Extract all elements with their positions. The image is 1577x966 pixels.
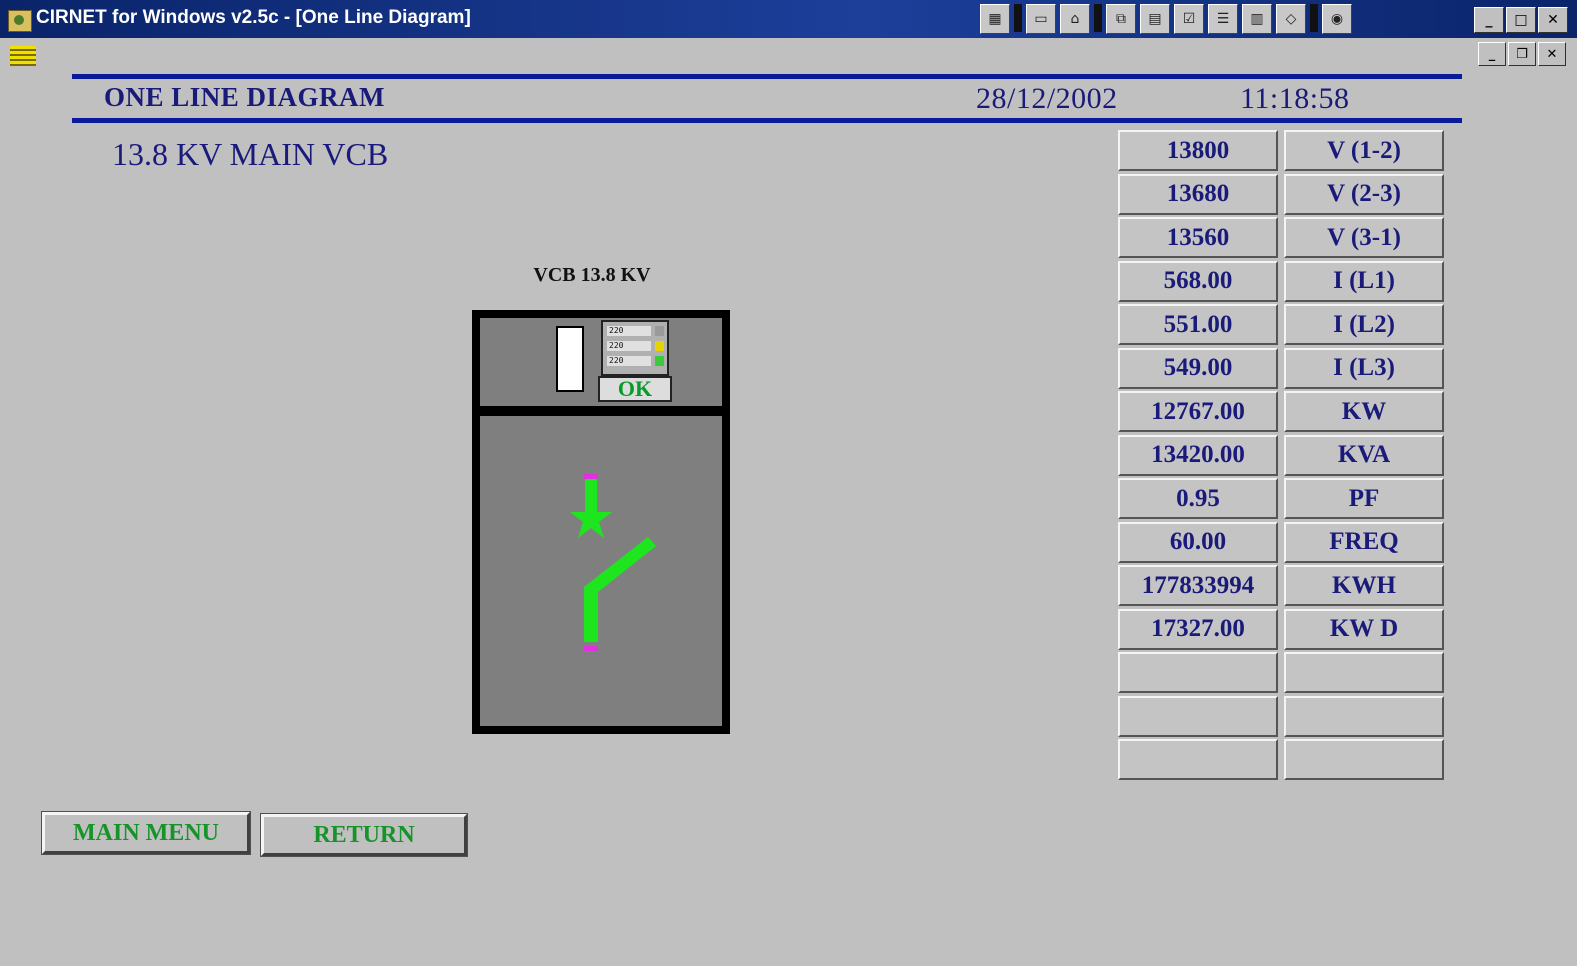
terminal-bottom (584, 646, 598, 651)
window-controls: _ □ ✕ (1474, 7, 1568, 33)
table-row: 549.00 I (L3) (1118, 347, 1448, 392)
reading-label: V (2-3) (1284, 173, 1444, 215)
maximize-button[interactable]: □ (1506, 7, 1536, 33)
reading-label: KWH (1284, 565, 1444, 606)
relay-reading: 220 (607, 326, 651, 336)
reading-value: 17327.00 (1118, 608, 1278, 650)
reading-value: 12767.00 (1118, 391, 1278, 432)
checklist-icon[interactable]: ☑ (1174, 4, 1204, 34)
reading-label: V (3-1) (1284, 217, 1444, 258)
relay-led (655, 341, 664, 351)
reading-label: I (L2) (1284, 304, 1444, 345)
minimize-button[interactable]: _ (1474, 7, 1504, 33)
table-row: 12767.00 KW (1118, 391, 1448, 435)
table-row: 0.95 PF (1118, 478, 1448, 522)
child-restore-button[interactable]: ❐ (1508, 42, 1536, 66)
table-row: 13800 V (1-2) (1118, 130, 1448, 174)
table-row: 13560 V (3-1) (1118, 217, 1448, 261)
date-display: 28/12/2002 (976, 82, 1118, 115)
relay-reading: 220 (607, 341, 651, 351)
reading-value: 60.00 (1118, 521, 1278, 563)
table-row: 60.00 FREQ (1118, 521, 1448, 566)
reading-value (1118, 652, 1278, 693)
document-menu-icon[interactable] (10, 46, 36, 66)
door-window (556, 326, 584, 392)
reading-value: 13680 (1118, 173, 1278, 215)
title-bar[interactable]: CIRNET for Windows v2.5c - [One Line Dia… (0, 0, 1577, 38)
relay-led (655, 326, 664, 336)
table-row: 13420.00 KVA (1118, 434, 1448, 479)
reading-value: 13420.00 (1118, 434, 1278, 476)
reading-value: 551.00 (1118, 304, 1278, 345)
grid-icon[interactable]: ▦ (980, 4, 1010, 34)
close-button[interactable]: ✕ (1538, 7, 1568, 33)
help-icon[interactable]: ◉ (1322, 4, 1352, 34)
reading-value: 13800 (1118, 130, 1278, 171)
reading-value: 549.00 (1118, 347, 1278, 389)
toolbar: ▦ ▭ ⌂ ⧉ ▤ ☑ ☰ ▥ ◇ ◉ (980, 4, 1352, 36)
table-row: 13680 V (2-3) (1118, 173, 1448, 218)
reading-label: PF (1284, 478, 1444, 519)
relay-reading: 220 (607, 356, 651, 366)
table-row: 177833994 KWH (1118, 565, 1448, 609)
breaker-label: VCB 13.8 KV (533, 264, 651, 286)
table-row (1118, 739, 1448, 783)
relay-led (655, 356, 664, 366)
breaker-symbol[interactable] (540, 466, 670, 666)
return-button[interactable]: RETURN (260, 813, 468, 857)
header-rule-bottom (72, 118, 1462, 123)
child-close-button[interactable]: ✕ (1538, 42, 1566, 66)
main-menu-button[interactable]: MAIN MENU (41, 811, 251, 855)
terminal-top (584, 474, 598, 479)
toolbar-separator (1094, 4, 1102, 32)
reading-value: 177833994 (1118, 565, 1278, 606)
copy-icon[interactable]: ⧉ (1106, 4, 1136, 34)
switch-blade (584, 537, 656, 642)
page-title: ONE LINE DIAGRAM (104, 82, 386, 112)
table-row (1118, 652, 1448, 696)
protection-relay[interactable]: 220 220 220 (601, 320, 669, 376)
reading-label: I (L3) (1284, 347, 1444, 389)
window-title: CIRNET for Windows v2.5c - [One Line Dia… (36, 7, 471, 28)
table-row: 17327.00 KW D (1118, 608, 1448, 653)
table-row: 568.00 I (L1) (1118, 260, 1448, 305)
form-icon[interactable]: ☰ (1208, 4, 1238, 34)
reading-label (1284, 652, 1444, 693)
star-icon (570, 496, 612, 538)
app-icon[interactable] (8, 10, 32, 32)
table-row (1118, 695, 1448, 740)
reading-value: 568.00 (1118, 260, 1278, 302)
page-icon[interactable]: ▭ (1026, 4, 1056, 34)
reading-label: KW D (1284, 608, 1444, 650)
reading-label: KVA (1284, 434, 1444, 476)
folder-open-icon[interactable]: ⌂ (1060, 4, 1090, 34)
calendar-icon[interactable]: ▤ (1140, 4, 1170, 34)
reading-value (1118, 739, 1278, 780)
reading-label: V (1-2) (1284, 130, 1444, 171)
reading-value (1118, 695, 1278, 737)
section-title: 13.8 KV MAIN VCB (112, 136, 389, 172)
child-window-controls: _ ❐ ✕ (1478, 42, 1566, 66)
eraser-icon[interactable]: ◇ (1276, 4, 1306, 34)
time-display: 11:18:58 (1240, 82, 1350, 115)
child-minimize-button[interactable]: _ (1478, 42, 1506, 66)
reading-label: KW (1284, 391, 1444, 432)
toolbar-separator (1310, 4, 1318, 32)
status-indicator: OK (598, 376, 672, 402)
reading-label (1284, 739, 1444, 780)
reading-label (1284, 695, 1444, 737)
reading-label: FREQ (1284, 521, 1444, 563)
report-icon[interactable]: ▥ (1242, 4, 1272, 34)
readings-table: 13800 V (1-2) 13680 V (2-3) 13560 V (3-1) 568.… (1118, 130, 1448, 783)
toolbar-separator (1014, 4, 1022, 32)
table-row: 551.00 I (L2) (1118, 304, 1448, 348)
header-rule-top (72, 74, 1462, 79)
reading-label: I (L1) (1284, 260, 1444, 302)
reading-value: 13560 (1118, 217, 1278, 258)
reading-value: 0.95 (1118, 478, 1278, 519)
